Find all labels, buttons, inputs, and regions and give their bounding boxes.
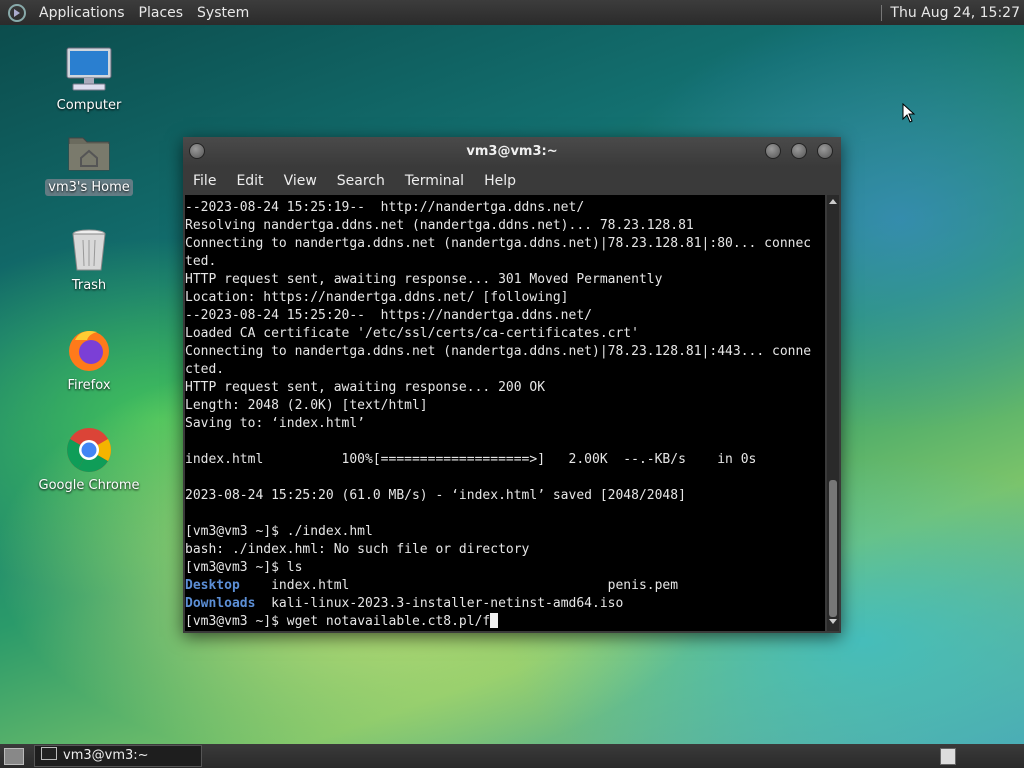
desktop-icon-chrome[interactable]: Google Chrome [34,426,144,493]
ls-directory-entry: Desktop [185,578,240,593]
menu-view[interactable]: View [274,173,327,189]
workspace-switcher[interactable] [940,748,956,765]
menu-search[interactable]: Search [327,173,395,189]
terminal-line: HTTP request sent, awaiting response... … [185,272,663,287]
terminal-text: --2023-08-24 15:25:19-- http://nandertga… [185,195,825,631]
menu-applications[interactable]: Applications [32,5,132,21]
terminal-line: [vm3@vm3 ~]$ ./index.hml [185,524,373,539]
distro-logo-icon[interactable] [8,3,26,22]
panel-separator [881,4,883,21]
home-folder-icon [65,128,113,176]
menu-file[interactable]: File [183,173,226,189]
window-title: vm3@vm3:~ [466,144,558,159]
chrome-icon [65,426,113,474]
terminal-line: Connecting to nandertga.ddns.net (nander… [185,344,812,359]
desktop-icon-label: Computer [56,98,122,113]
window-menu-button[interactable] [189,143,205,159]
terminal-line: ted. [185,254,217,269]
terminal-line: index.html 100%[===================>] 2.… [185,452,757,467]
taskbar-terminal-button[interactable]: vm3@vm3:~ [34,745,202,767]
terminal-line: bash: ./index.hml: No such file or direc… [185,542,530,557]
terminal-line: Saving to: ‘index.html’ [185,416,366,431]
firefox-icon [65,326,113,374]
desktop-icon-label: Firefox [67,378,111,393]
terminal-line: HTTP request sent, awaiting response... … [185,380,546,395]
desktop-icon-label: Google Chrome [38,478,140,493]
terminal-line: cted. [185,362,225,377]
terminal-line: --2023-08-24 15:25:20-- https://nandertg… [185,308,592,323]
show-desktop-icon[interactable] [4,748,24,765]
close-button[interactable] [817,143,833,159]
minimize-button[interactable] [765,143,781,159]
command-input[interactable]: wget notavailable.ct8.pl/f [287,614,491,629]
terminal-line: Length: 2048 (2.0K) [text/html] [185,398,428,413]
desktop-icon-label: vm3's Home [45,179,133,196]
shell-prompt: [vm3@vm3 ~]$ [185,614,287,629]
terminal-line: --2023-08-24 15:25:19-- http://nandertga… [185,200,585,215]
terminal-line: [vm3@vm3 ~]$ ls [185,560,303,575]
maximize-button[interactable] [791,143,807,159]
computer-icon [65,46,113,94]
terminal-line: 2023-08-24 15:25:20 (61.0 MB/s) - ‘index… [185,488,686,503]
terminal-window[interactable]: vm3@vm3:~ File Edit View Search Terminal… [183,137,841,633]
top-panel: Applications Places System Thu Aug 24, 1… [0,0,1024,25]
terminal-scrollbar[interactable] [827,195,839,631]
menu-system[interactable]: System [190,5,256,21]
terminal-line: Resolving nandertga.ddns.net (nandertga.… [185,218,694,233]
terminal-icon [41,747,57,760]
ls-directory-entry: Downloads [185,596,256,611]
scroll-up-icon[interactable] [829,199,837,204]
terminal-menubar: File Edit View Search Terminal Help [183,167,841,195]
terminal-output[interactable]: --2023-08-24 15:25:19-- http://nandertga… [185,195,825,631]
scrollbar-thumb[interactable] [829,480,837,617]
clock[interactable]: Thu Aug 24, 15:27 [890,5,1020,21]
desktop-icon-firefox[interactable]: Firefox [34,326,144,393]
bottom-panel: vm3@vm3:~ [0,744,1024,768]
terminal-line: Loaded CA certificate '/etc/ssl/certs/ca… [185,326,639,341]
ls-file-entries: kali-linux-2023.3-installer-netinst-amd6… [255,596,624,611]
terminal-line: Location: https://nandertga.ddns.net/ [f… [185,290,569,305]
desktop-icon-trash[interactable]: Trash [34,226,144,293]
desktop-icon-computer[interactable]: Computer [34,46,144,113]
desktop-icon-label: Trash [71,278,107,293]
taskbar-label: vm3@vm3:~ [63,748,149,763]
scroll-down-icon[interactable] [829,619,837,624]
terminal-line: Connecting to nandertga.ddns.net (nander… [185,236,812,251]
ls-file-entries: index.html penis.pem [239,578,679,593]
window-titlebar[interactable]: vm3@vm3:~ [183,137,841,167]
trash-icon [65,226,113,274]
menu-terminal[interactable]: Terminal [395,173,474,189]
desktop-icon-home[interactable]: vm3's Home [34,128,144,196]
menu-help[interactable]: Help [474,173,526,189]
text-cursor [490,613,499,628]
mouse-pointer-icon [902,103,916,123]
menu-edit[interactable]: Edit [226,173,273,189]
menu-places[interactable]: Places [132,5,191,21]
